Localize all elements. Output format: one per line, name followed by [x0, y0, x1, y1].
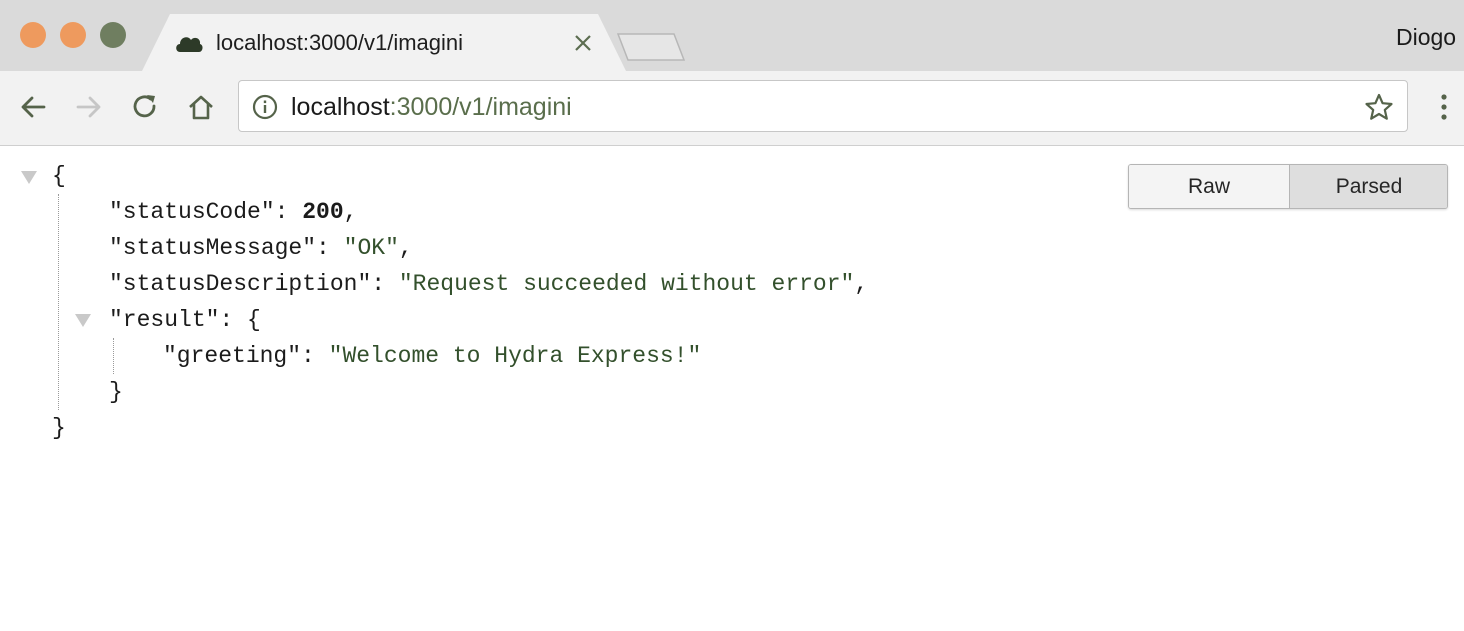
indent-guide-root: [58, 194, 59, 410]
json-comma: ,: [343, 199, 358, 225]
json-line-status-code: "statusCode": 200,: [109, 194, 357, 230]
close-tab-button[interactable]: [570, 30, 596, 56]
json-key: "statusMessage": [109, 235, 317, 261]
json-root-close-brace: }: [52, 415, 66, 441]
cloud-icon: [176, 37, 203, 52]
json-string-value: "OK": [343, 235, 399, 261]
window-close-button[interactable]: [20, 22, 46, 48]
json-comma: ,: [398, 235, 413, 261]
new-tab-button[interactable]: [616, 28, 688, 64]
raw-button[interactable]: Raw: [1129, 165, 1290, 208]
json-colon: :: [219, 307, 248, 333]
json-comma: ,: [854, 271, 869, 297]
json-open-root: {: [52, 158, 66, 194]
json-result-open-brace: {: [247, 307, 261, 333]
parsed-button[interactable]: Parsed: [1290, 165, 1447, 208]
json-close-root: }: [52, 410, 66, 446]
json-string-value: "Welcome to Hydra Express!": [328, 343, 702, 369]
json-colon: :: [316, 235, 344, 261]
json-line-result-close: }: [109, 374, 123, 410]
kebab-menu-icon[interactable]: [1436, 92, 1452, 122]
url-path: :3000/v1/imagini: [389, 93, 572, 121]
tab-title: localhost:3000/v1/imagini: [216, 30, 464, 55]
profile-name[interactable]: Diogo: [1396, 24, 1456, 51]
json-root-open-brace: {: [52, 163, 66, 189]
arrow-left-icon[interactable]: [18, 92, 48, 122]
json-number-value: 200: [302, 199, 344, 225]
json-colon: :: [274, 199, 303, 225]
json-key: "result": [109, 307, 220, 333]
json-line-greeting: "greeting": "Welcome to Hydra Express!": [163, 338, 701, 374]
view-mode-switch: Raw Parsed: [1128, 164, 1448, 209]
info-icon[interactable]: [252, 94, 278, 120]
star-icon[interactable]: [1364, 92, 1394, 122]
home-icon[interactable]: [186, 92, 216, 122]
json-colon: :: [301, 343, 329, 369]
collapse-root-toggle[interactable]: [21, 171, 37, 184]
indent-guide-result: [113, 338, 114, 374]
json-line-result: "result": {: [109, 302, 261, 338]
window-minimize-button[interactable]: [60, 22, 86, 48]
json-viewer: { "statusCode": 200, "statusMessage": "O…: [0, 146, 1464, 631]
reload-icon[interactable]: [130, 92, 160, 122]
url-host: localhost: [291, 93, 390, 121]
json-line-status-message: "statusMessage": "OK",: [109, 230, 413, 266]
url-text[interactable]: localhost:3000/v1/imagini: [291, 93, 572, 122]
arrow-right-icon[interactable]: [74, 92, 104, 122]
json-key: "greeting": [163, 343, 302, 369]
close-icon: [575, 35, 591, 51]
collapse-result-toggle[interactable]: [75, 314, 91, 327]
json-key: "statusCode": [109, 199, 275, 225]
window-maximize-button[interactable]: [100, 22, 126, 48]
json-key: "statusDescription": [109, 271, 372, 297]
json-colon: :: [371, 271, 399, 297]
json-line-status-description: "statusDescription": "Request succeeded …: [109, 266, 868, 302]
json-result-close-brace: }: [109, 379, 123, 405]
json-string-value: "Request succeeded without error": [398, 271, 855, 297]
